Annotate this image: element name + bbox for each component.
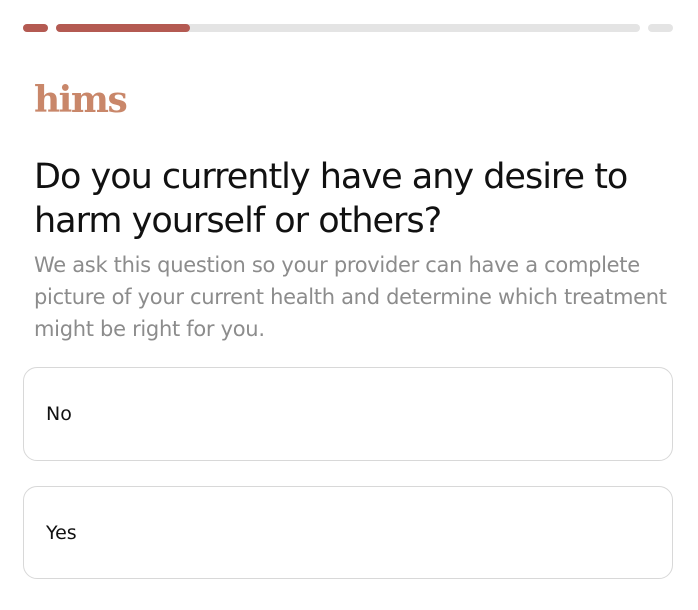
answer-option-no-label: No	[46, 403, 72, 425]
progress-bar	[23, 24, 673, 32]
progress-segment-1	[23, 24, 48, 32]
progress-segment-3	[648, 24, 673, 32]
answer-option-yes-label: Yes	[46, 521, 77, 544]
progress-segment-2-fill	[56, 24, 191, 32]
progress-segment-1-fill	[23, 24, 48, 32]
progress-segment-2	[56, 24, 640, 32]
answer-option-no[interactable]: No	[23, 367, 673, 461]
answer-option-yes[interactable]: Yes	[23, 486, 673, 579]
question-title: Do you currently have any desire to harm…	[34, 157, 628, 241]
hims-logo: hims	[34, 79, 128, 121]
question-helper-text: We ask this question so your provider ca…	[34, 253, 667, 341]
